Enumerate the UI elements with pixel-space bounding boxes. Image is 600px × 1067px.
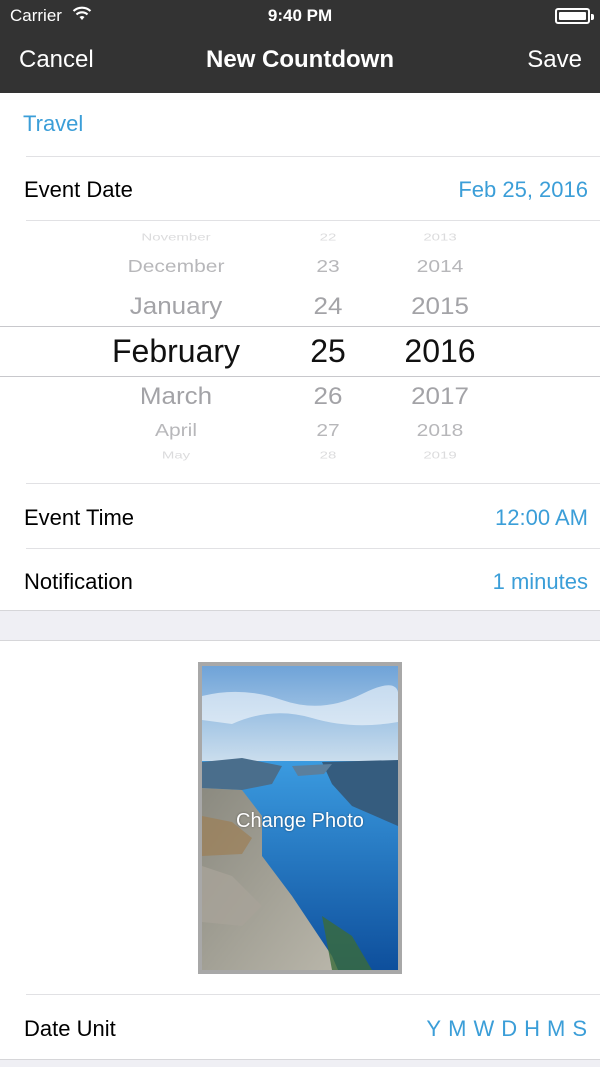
notification-value[interactable]: 1 minutes <box>493 569 588 595</box>
picker-year-item[interactable]: 2017 <box>340 382 540 410</box>
divider <box>26 483 600 484</box>
event-time-label: Event Time <box>24 505 135 530</box>
divider <box>26 994 600 995</box>
picker-selection-bottom-line <box>0 376 600 377</box>
change-photo-button[interactable]: Change Photo <box>198 662 402 974</box>
picker-year-item[interactable]: 2015 <box>340 292 540 320</box>
unit-weeks-toggle[interactable]: W <box>473 1016 495 1041</box>
unit-years-toggle[interactable]: Y <box>426 1016 442 1041</box>
event-date-label: Event Date <box>24 177 133 202</box>
notification-row[interactable]: Notification 1 minutes <box>0 549 600 612</box>
battery-icon <box>555 8 594 24</box>
save-button[interactable]: Save <box>527 46 582 74</box>
page-title: New Countdown <box>206 46 394 73</box>
category-selector[interactable]: Travel <box>23 111 83 137</box>
unit-hours-toggle[interactable]: H <box>524 1016 541 1041</box>
status-time: 9:40 PM <box>267 6 333 25</box>
picker-year-item[interactable]: 2013 <box>340 232 540 244</box>
status-bar: Carrier 9:40 PM <box>0 0 600 32</box>
picker-year-item[interactable]: 2016 <box>340 333 540 370</box>
date-unit-options: YMWDHMS <box>420 1016 588 1042</box>
picker-selection-top-line <box>0 326 600 327</box>
event-time-value[interactable]: 12:00 AM <box>495 505 588 531</box>
picker-year-item[interactable]: 2014 <box>340 257 540 277</box>
date-picker[interactable]: November December January February March Apri… <box>0 221 600 483</box>
date-unit-row: Date Unit YMWDHMS <box>0 996 600 1059</box>
date-unit-label: Date Unit <box>24 1016 116 1041</box>
picker-year-item[interactable]: 2018 <box>340 421 540 441</box>
event-date-value[interactable]: Feb 25, 2016 <box>458 177 588 203</box>
picker-year-item[interactable]: 2019 <box>340 450 540 462</box>
navigation-bar: Carrier 9:40 PM Cancel New Countdown Sav… <box>0 0 600 93</box>
event-time-row[interactable]: Event Time 12:00 AM <box>0 485 600 548</box>
change-photo-label: Change Photo <box>236 810 364 832</box>
unit-months-toggle[interactable]: M <box>448 1016 467 1041</box>
notification-label: Notification <box>24 569 133 594</box>
unit-days-toggle[interactable]: D <box>501 1016 518 1041</box>
event-date-row[interactable]: Event Date Feb 25, 2016 <box>0 157 600 220</box>
unit-seconds-toggle[interactable]: S <box>572 1016 588 1041</box>
appearance-group: Change Photo Date Unit YMWDHMS <box>0 640 600 1060</box>
event-settings-group: Travel Event Date Feb 25, 2016 November D… <box>0 93 600 611</box>
unit-minutes-toggle[interactable]: M <box>547 1016 566 1041</box>
